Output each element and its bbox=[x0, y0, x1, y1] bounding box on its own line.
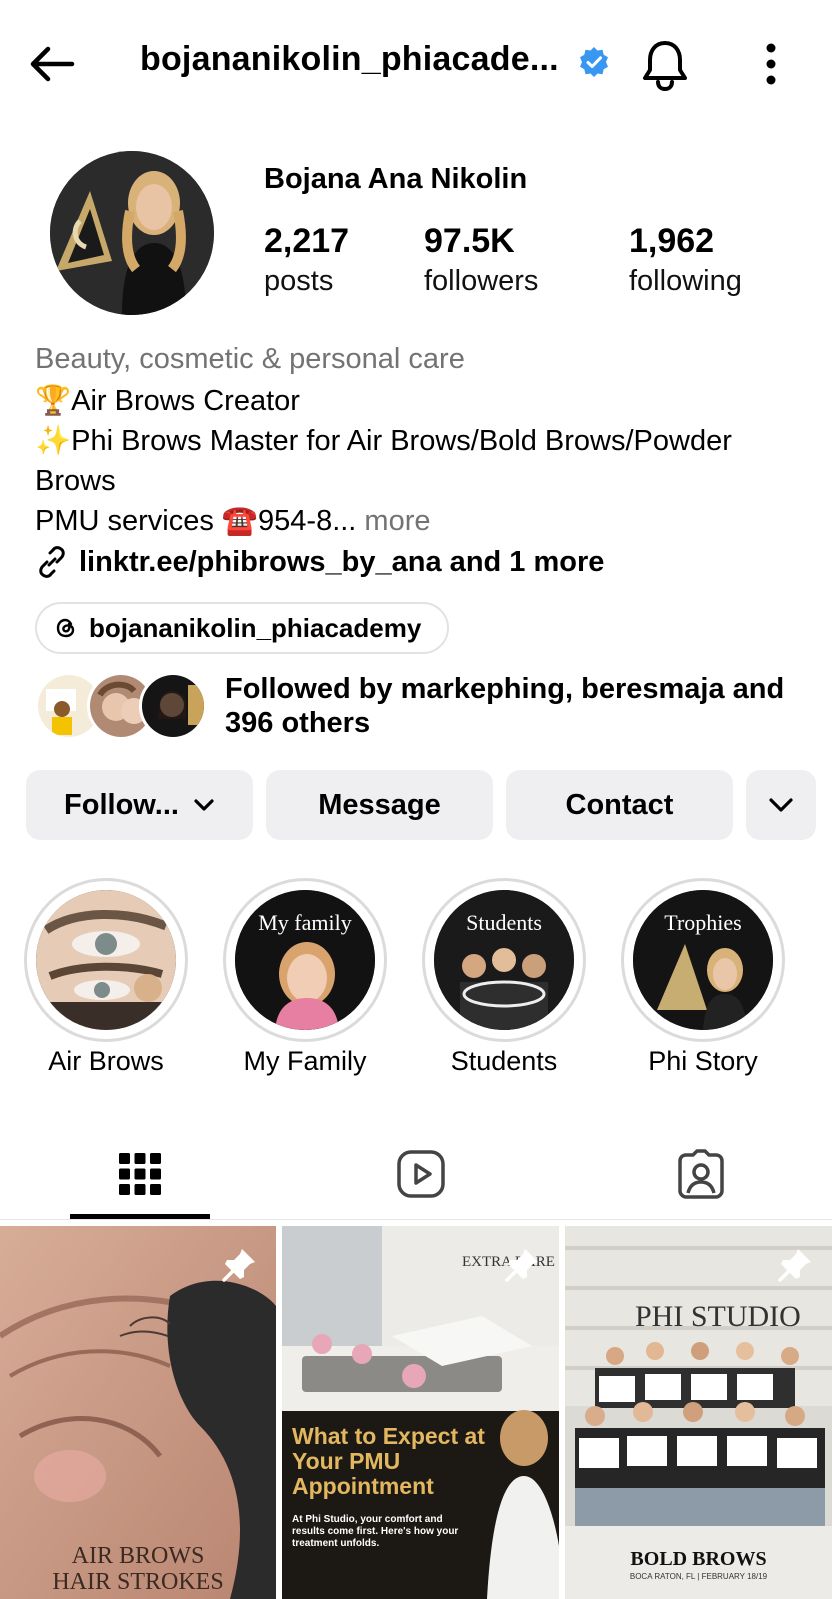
contact-button-label: Contact bbox=[565, 788, 674, 821]
profile-link[interactable]: linktr.ee/phibrows_by_ana and 1 more bbox=[35, 545, 604, 579]
highlight-cover: My family bbox=[235, 890, 375, 1030]
threads-icon bbox=[56, 618, 75, 638]
message-button[interactable]: Message bbox=[266, 770, 493, 840]
chevron-down-icon bbox=[769, 798, 793, 812]
highlight-air-brows[interactable]: Air Brows bbox=[24, 878, 188, 1078]
bio-line: ✨Phi Brows Master for Air Brows/Bold Bro… bbox=[35, 425, 732, 497]
highlight-cover bbox=[36, 890, 176, 1030]
following-count[interactable]: 1,962 following bbox=[629, 220, 742, 300]
profile-bio: 🏆Air Brows Creator ✨Phi Brows Master for… bbox=[35, 381, 815, 541]
reels-icon bbox=[397, 1150, 445, 1198]
pin-icon bbox=[778, 1249, 811, 1282]
posts-value: 2,217 bbox=[264, 222, 350, 260]
following-label: following bbox=[629, 265, 742, 297]
more-options-button[interactable] bbox=[755, 40, 787, 90]
verified-badge-icon bbox=[578, 46, 610, 78]
following-value: 1,962 bbox=[629, 222, 715, 260]
profile-link-text: linktr.ee/phibrows_by_ana and 1 more bbox=[79, 545, 605, 578]
post-title: What to Expect at Your PMU Appointment bbox=[292, 1423, 485, 1499]
highlight-cover-text: My family bbox=[258, 910, 352, 935]
highlight-cover-text: Students bbox=[466, 910, 542, 935]
profile-tabs bbox=[0, 1128, 832, 1220]
grid-icon bbox=[119, 1153, 161, 1195]
highlight-cover: Students bbox=[434, 890, 574, 1030]
post-wall-sign: PHI STUDIO bbox=[635, 1300, 801, 1333]
back-arrow-icon bbox=[30, 46, 75, 82]
highlight-phi-story[interactable]: Trophies Phi Story bbox=[621, 878, 785, 1078]
pin-icon bbox=[222, 1249, 255, 1282]
followers-value: 97.5K bbox=[424, 222, 515, 260]
post-footer-title: BOLD BROWS bbox=[630, 1548, 767, 1570]
back-button[interactable] bbox=[24, 36, 80, 92]
message-button-label: Message bbox=[318, 788, 441, 821]
post-tile[interactable]: EXTRA RARE What to Expect at Your PMU Ap… bbox=[282, 1226, 559, 1599]
highlight-cover: Trophies bbox=[633, 890, 773, 1030]
contact-button[interactable]: Contact bbox=[506, 770, 733, 840]
post-tile[interactable]: PHI STUDIO BOLD BROWS BOCA RATON, FL | F… bbox=[565, 1226, 832, 1599]
tab-posts-grid[interactable] bbox=[70, 1128, 210, 1220]
bio-line-text: PMU services ☎️954-8... bbox=[35, 505, 357, 537]
tab-tagged[interactable] bbox=[631, 1128, 771, 1220]
tagged-icon bbox=[678, 1149, 724, 1199]
bio-line: 🏆Air Brows Creator bbox=[35, 385, 300, 417]
post-tile[interactable]: AIR BROWS HAIR STROKES bbox=[0, 1226, 276, 1599]
following-button[interactable]: Follow... bbox=[26, 770, 253, 840]
link-icon bbox=[39, 546, 65, 578]
profile-category: Beauty, cosmetic & personal care bbox=[35, 343, 465, 375]
active-tab-indicator bbox=[70, 1214, 210, 1219]
highlight-label: My Family bbox=[243, 1046, 367, 1076]
profile-avatar[interactable] bbox=[50, 151, 214, 315]
highlight-label: Students bbox=[450, 1046, 558, 1076]
threads-handle: bojananikolin_phiacademy bbox=[89, 612, 422, 643]
mutual-followers-text: Followed by markephing, beresmaja and 39… bbox=[225, 673, 785, 739]
profile-username-title: bojananikolin_phiacade... bbox=[140, 40, 559, 78]
profile-full-name: Bojana Ana Nikolin bbox=[264, 163, 528, 195]
posts-label: posts bbox=[264, 265, 334, 297]
notifications-button[interactable] bbox=[640, 38, 690, 92]
more-vertical-icon bbox=[766, 43, 776, 85]
highlight-label: Phi Story bbox=[648, 1046, 758, 1076]
highlight-students[interactable]: Students Students bbox=[422, 878, 586, 1078]
followers-count[interactable]: 97.5K followers bbox=[424, 220, 538, 300]
bio-line: PMU services ☎️954-8... more bbox=[35, 501, 815, 541]
followers-label: followers bbox=[424, 265, 539, 297]
post-body: At Phi Studio, your comfort and results … bbox=[292, 1514, 459, 1549]
top-bar: bojananikolin_phiacade... bbox=[0, 0, 832, 124]
chevron-down-icon bbox=[194, 799, 214, 811]
highlight-label: Air Brows bbox=[48, 1046, 164, 1076]
posts-count[interactable]: 2,217 posts bbox=[264, 220, 349, 300]
bio-more-link[interactable]: more bbox=[356, 505, 430, 537]
following-button-label: Follow... bbox=[64, 788, 179, 821]
mutual-follower-avatar bbox=[139, 672, 207, 740]
suggested-accounts-button[interactable] bbox=[746, 770, 816, 840]
highlight-my-family[interactable]: My family My Family bbox=[223, 878, 387, 1078]
threads-badge[interactable]: bojananikolin_phiacademy bbox=[35, 602, 450, 654]
post-caption: AIR BROWS HAIR STROKES bbox=[52, 1543, 224, 1595]
tab-reels[interactable] bbox=[351, 1128, 491, 1220]
bell-icon bbox=[643, 41, 687, 92]
post-footer-subtitle: BOCA RATON, FL | FEBRUARY 18/19 bbox=[629, 1572, 768, 1581]
pin-icon bbox=[505, 1249, 538, 1282]
highlight-cover-text: Trophies bbox=[664, 910, 742, 935]
mutual-followers[interactable]: Followed by markephing, beresmaja and 39… bbox=[35, 672, 825, 744]
